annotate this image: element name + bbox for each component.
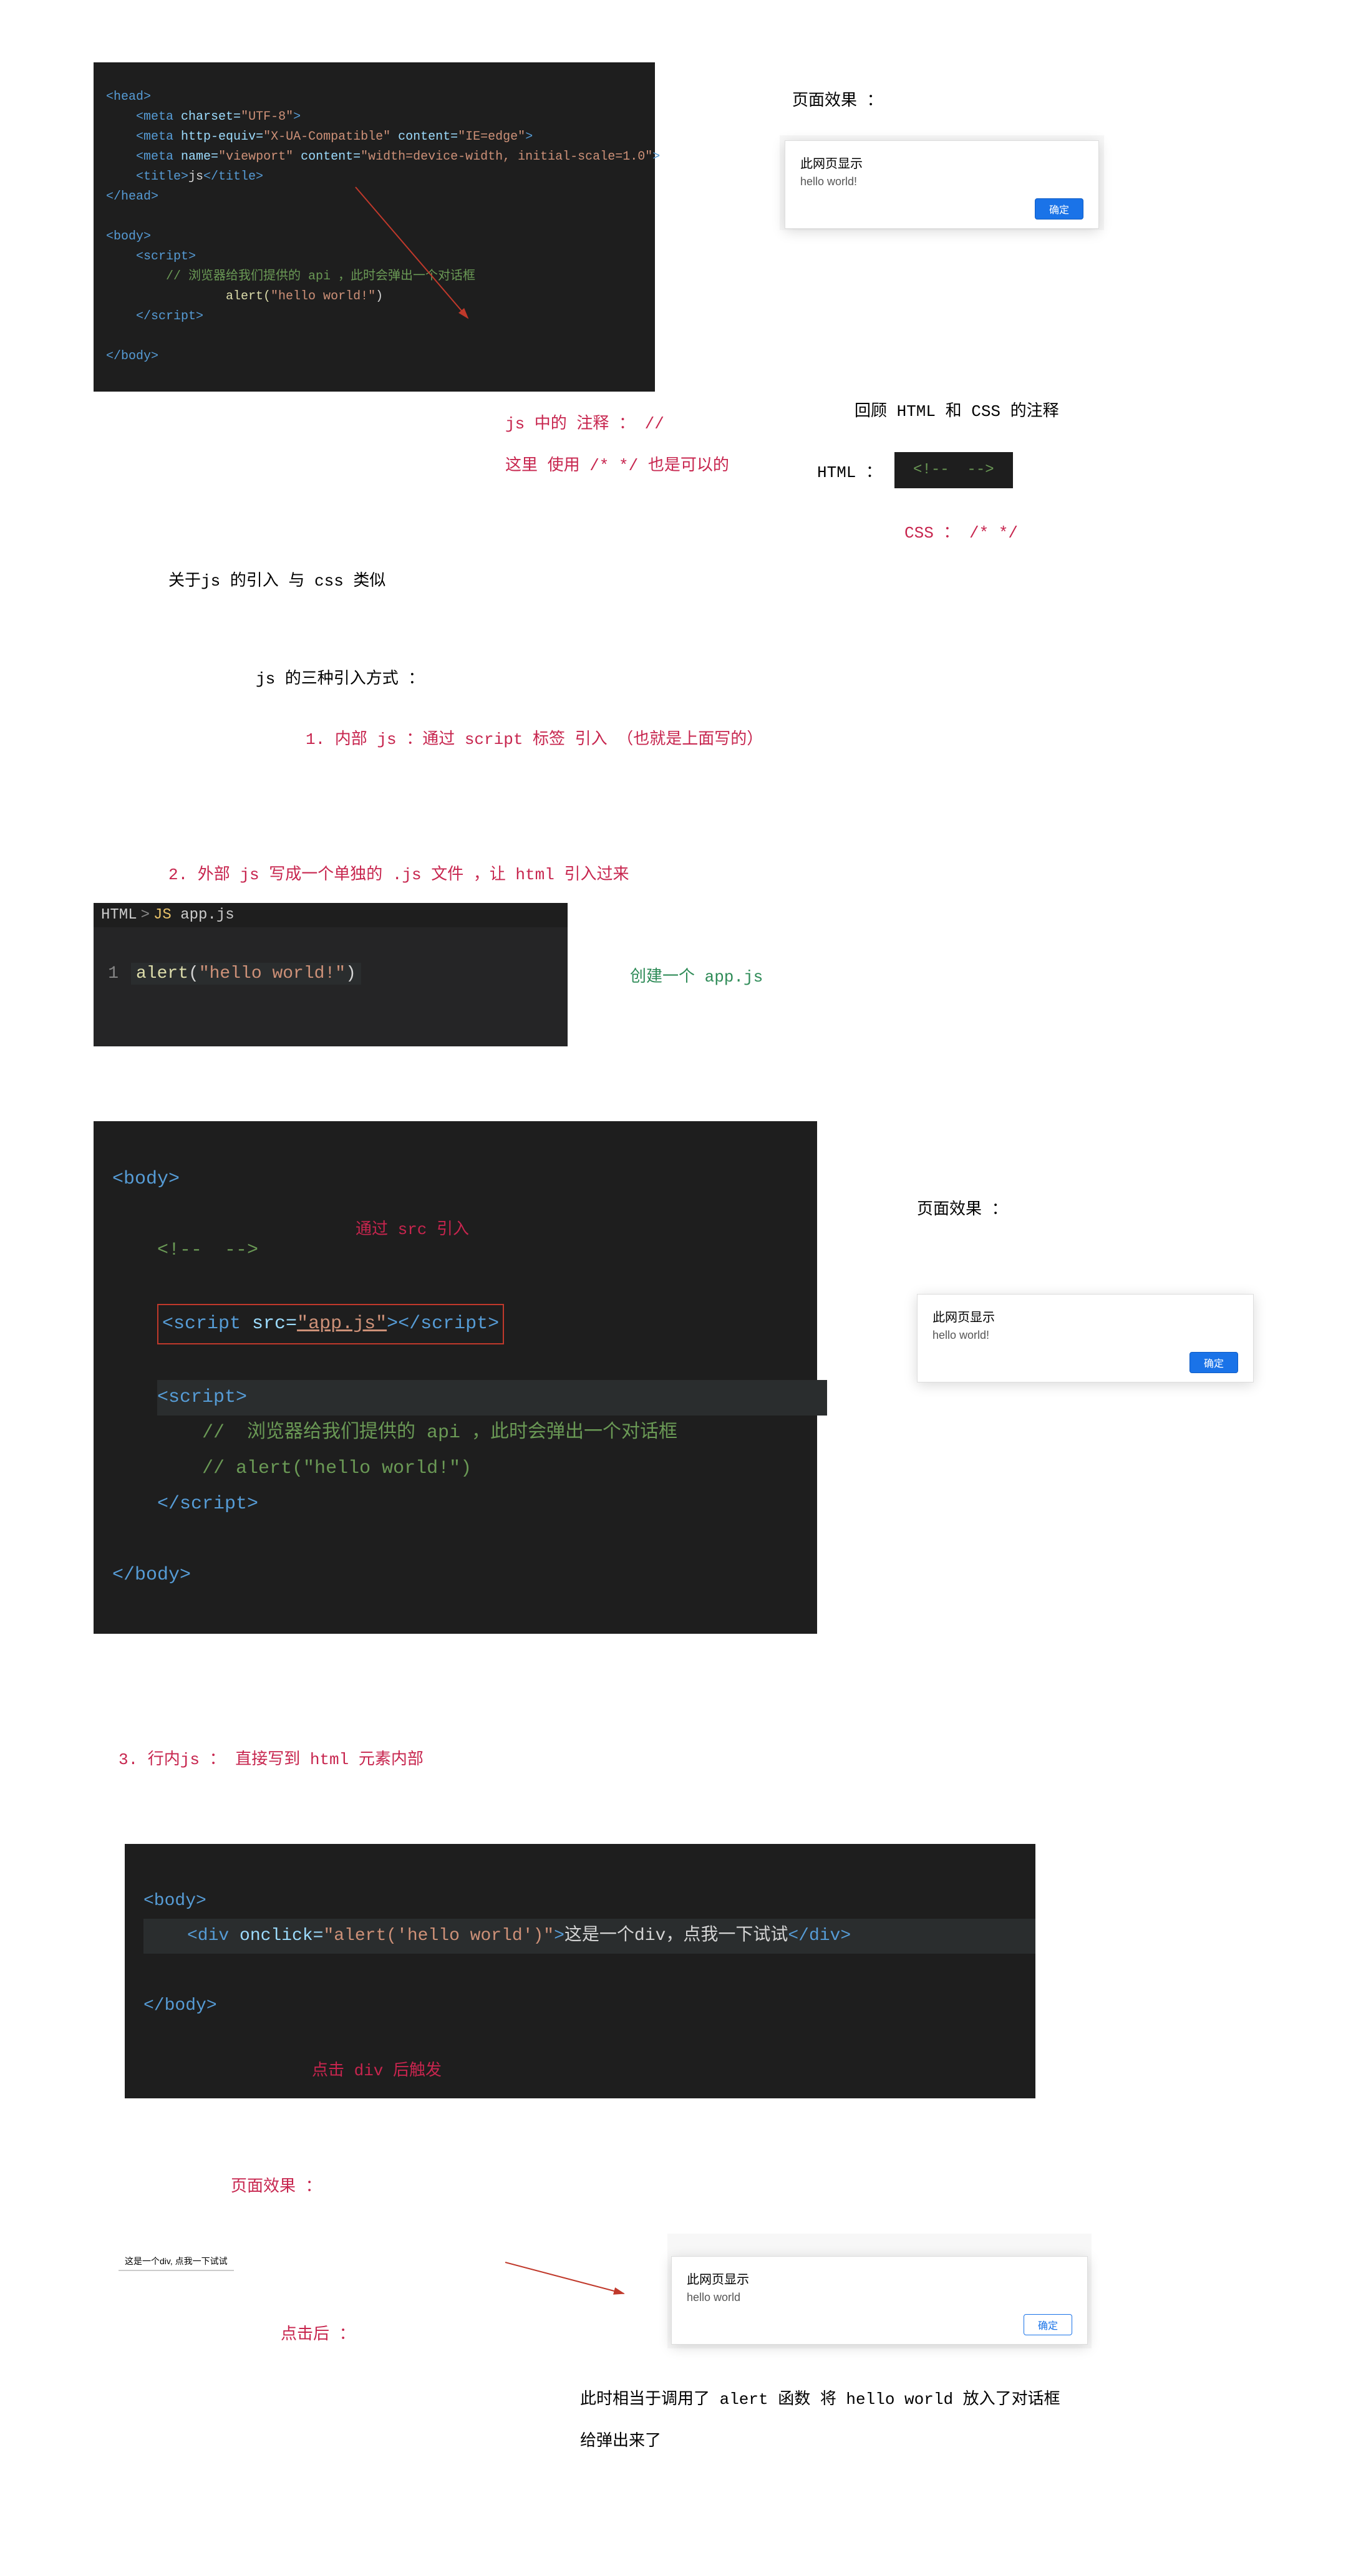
dialog-msg: hello world! [800,175,1083,188]
code-line: alert("hello world!") [106,289,383,304]
note-via-src: 通过 src 引入 [356,1215,469,1245]
demo-div-text[interactable]: 这是一个div, 点我一下试试 [119,2252,234,2271]
code-line: <script> [157,1387,247,1408]
dialog-3: 此网页显示 hello world 确定 [671,2256,1088,2345]
label-after-click: 点击后 ： [281,2321,468,2344]
dialog-ok-button[interactable]: 确定 [1024,2314,1072,2335]
code-comment: // 浏览器给我们提供的 api ，此时会弹出一个对话框 [106,269,475,284]
code-block-body-src: <body> <!-- --> 通过 src 引入 <script src="a… [94,1121,817,1634]
highlighted-script-src: <script src="app.js"></script> [157,1304,504,1344]
dialog-1: 此网页显示 hello world! 确定 [785,140,1099,229]
dialog-2: 此网页显示 hello world! 确定 [917,1294,1254,1382]
note-click-div: 点击 div 后触发 [312,2055,442,2087]
dialog-ok-button[interactable]: 确定 [1035,198,1083,219]
code-line: <meta name="viewport" content="width=dev… [106,150,660,164]
code-line: </script> [157,1493,258,1515]
dialog-title: 此网页显示 [687,2269,1072,2287]
code-line: </body> [112,1565,191,1586]
code-line: <body> [106,229,151,244]
dialog-msg: hello world [687,2291,1072,2304]
label-three-ways: js 的三种引入方式 ： [256,665,1272,688]
code-block-head: <head> <meta charset="UTF-8"> <meta http… [94,62,655,392]
code-line: <head> [106,90,151,104]
code-line: <meta http-equiv="X-UA-Compatible" conte… [106,130,533,144]
code-line: </head> [106,190,158,204]
way-1: 1. 内部 js ：通过 script 标签 引入 （也就是上面写的） [306,726,1272,749]
breadcrumb-folder: HTML [101,907,137,924]
code-comment: <!-- --> [157,1240,258,1261]
breadcrumb: HTML>JS app.js [94,903,568,927]
code-comment: // 浏览器给我们提供的 api ，此时会弹出一个对话框 [202,1422,677,1444]
dialog-msg: hello world! [932,1329,1238,1342]
code-app-js: 1alert("hello world!") [94,927,568,1021]
dialog-ok-button[interactable]: 确定 [1189,1352,1238,1373]
breadcrumb-icon: JS [153,907,172,924]
label-css-comment: CSS ： /* */ [904,519,1272,543]
label-page-effect-2: 页面效果 ： [917,1196,1272,1219]
html-comment-sample: <!-- --> [894,452,1013,488]
explain-1: 此时相当于调用了 alert 函数 将 hello world 放入了对话框 [580,2386,1272,2409]
explain-2: 给弹出来了 [580,2428,1272,2451]
dialog-title: 此网页显示 [800,153,1083,171]
label-page-effect-3: 页面效果 ： [231,2173,1272,2196]
code-line: <div onclick="alert('hello world')">这是一个… [143,1919,1035,1954]
way-3: 3. 行内js ： 直接写到 html 元素内部 [119,1746,1272,1769]
breadcrumb-file: app.js [180,907,234,924]
note-js-comment-1: js 中的 注释 ： // [505,410,780,433]
code-line: <meta charset="UTF-8"> [106,110,301,124]
line-number: 1 [94,960,131,988]
way-2: 2. 外部 js 写成一个单独的 .js 文件 ，让 html 引入过来 [168,861,1272,884]
label-html: HTML ： [817,459,882,482]
label-js-import: 关于js 的引入 与 css 类似 [168,567,1272,591]
note-js-comment-2: 这里 使用 /* */ 也是可以的 [505,452,780,475]
code-block-inline: <body> <div onclick="alert('hello world'… [125,1844,1035,2098]
code-comment: // alert("hello world!") [202,1458,472,1479]
dialog-title: 此网页显示 [932,1307,1238,1325]
code-line: <body> [112,1169,180,1190]
label-page-effect-1: 页面效果 ： [792,87,1272,110]
code-line: </body> [106,349,158,364]
label-review-comment: 回顾 HTML 和 CSS 的注释 [855,398,1272,421]
label-create-app: 创建一个 app.js [630,963,763,987]
code-line: <body> [143,1891,206,1911]
code-line: </body> [143,1996,217,2015]
code-line: <title>js</title> [106,170,263,184]
code-line: <script> [106,249,196,264]
code-line: </script> [106,309,203,324]
